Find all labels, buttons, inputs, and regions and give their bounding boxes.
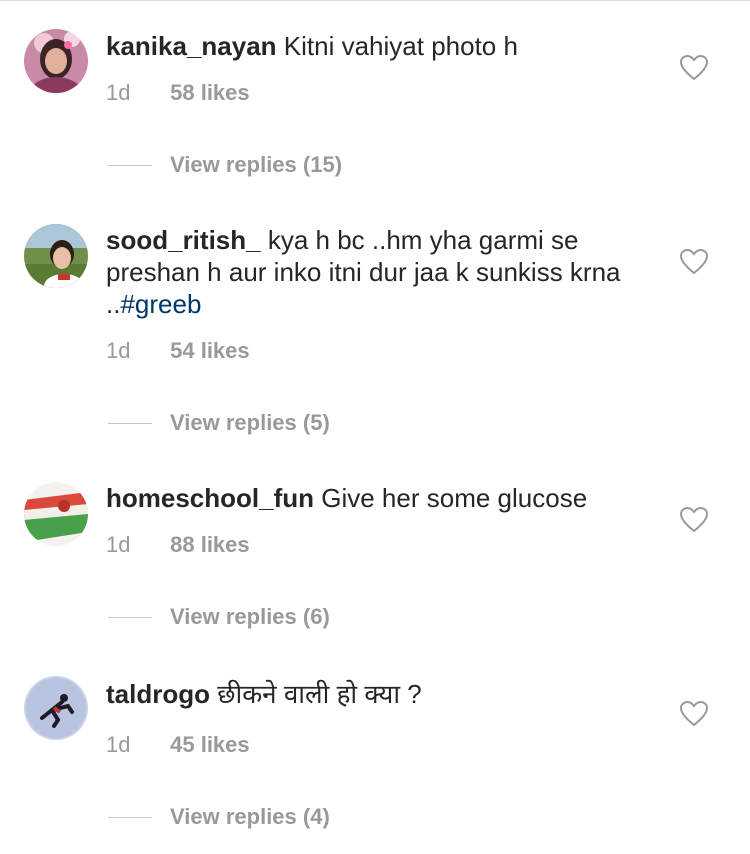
comment-age: 1d: [106, 532, 131, 557]
replies-rule: [108, 164, 152, 166]
replies-rule: [108, 422, 152, 424]
avatar-image: [24, 224, 88, 288]
like-heart-icon[interactable]: [679, 54, 709, 81]
comment-body: Kitni vahiyat photo h: [283, 31, 518, 61]
comment-likes[interactable]: 58 likes: [170, 80, 250, 105]
avatar-image: [24, 676, 88, 740]
view-replies-label: View replies (4): [170, 804, 330, 829]
replies-rule: [108, 816, 152, 818]
comment-body: Give her some glucose: [321, 483, 588, 513]
avatar[interactable]: [24, 676, 88, 740]
avatar[interactable]: [24, 482, 88, 546]
view-replies-button[interactable]: View replies (4): [108, 803, 330, 831]
comment-meta: 1d 88 likes: [106, 531, 250, 559]
view-replies-button[interactable]: View replies (6): [108, 603, 330, 631]
comment-likes[interactable]: 88 likes: [170, 532, 250, 557]
comment-age: 1d: [106, 732, 131, 757]
comment-age: 1d: [106, 338, 131, 363]
avatar[interactable]: [24, 29, 88, 93]
comment-body: छीकने वाली हो क्या ?: [217, 679, 422, 709]
like-heart-icon[interactable]: [679, 506, 709, 533]
view-replies-button[interactable]: View replies (15): [108, 151, 342, 179]
comment-meta: 1d 45 likes: [106, 731, 250, 759]
comment-likes[interactable]: 54 likes: [170, 338, 250, 363]
like-heart-icon[interactable]: [679, 248, 709, 275]
comment-username[interactable]: taldrogo: [106, 679, 210, 709]
view-replies-button[interactable]: View replies (5): [108, 409, 330, 437]
view-replies-label: View replies (15): [170, 152, 343, 177]
view-replies-label: View replies (5): [170, 410, 330, 435]
comment-meta: 1d 54 likes: [106, 337, 250, 365]
comment-text: sood_ritish_ kya h bc ..hm yha garmi se …: [106, 224, 646, 320]
comment-meta: 1d 58 likes: [106, 79, 250, 107]
view-replies-label: View replies (6): [170, 604, 330, 629]
replies-rule: [108, 616, 152, 618]
comment-username[interactable]: homeschool_fun: [106, 483, 314, 513]
avatar-image: [24, 482, 88, 546]
comment-username[interactable]: sood_ritish_: [106, 225, 261, 255]
comment-age: 1d: [106, 80, 131, 105]
comment-text: taldrogo छीकने वाली हो क्या ?: [106, 678, 646, 710]
comment-username[interactable]: kanika_nayan: [106, 31, 277, 61]
comment-text: kanika_nayan Kitni vahiyat photo h: [106, 30, 646, 62]
comment-hashtag[interactable]: #greeb: [120, 289, 201, 319]
comment-likes[interactable]: 45 likes: [170, 732, 250, 757]
comment-text: homeschool_fun Give her some glucose: [106, 482, 646, 514]
avatar-image: [24, 29, 88, 93]
like-heart-icon[interactable]: [679, 700, 709, 727]
avatar[interactable]: [24, 224, 88, 288]
top-divider: [0, 0, 750, 1]
